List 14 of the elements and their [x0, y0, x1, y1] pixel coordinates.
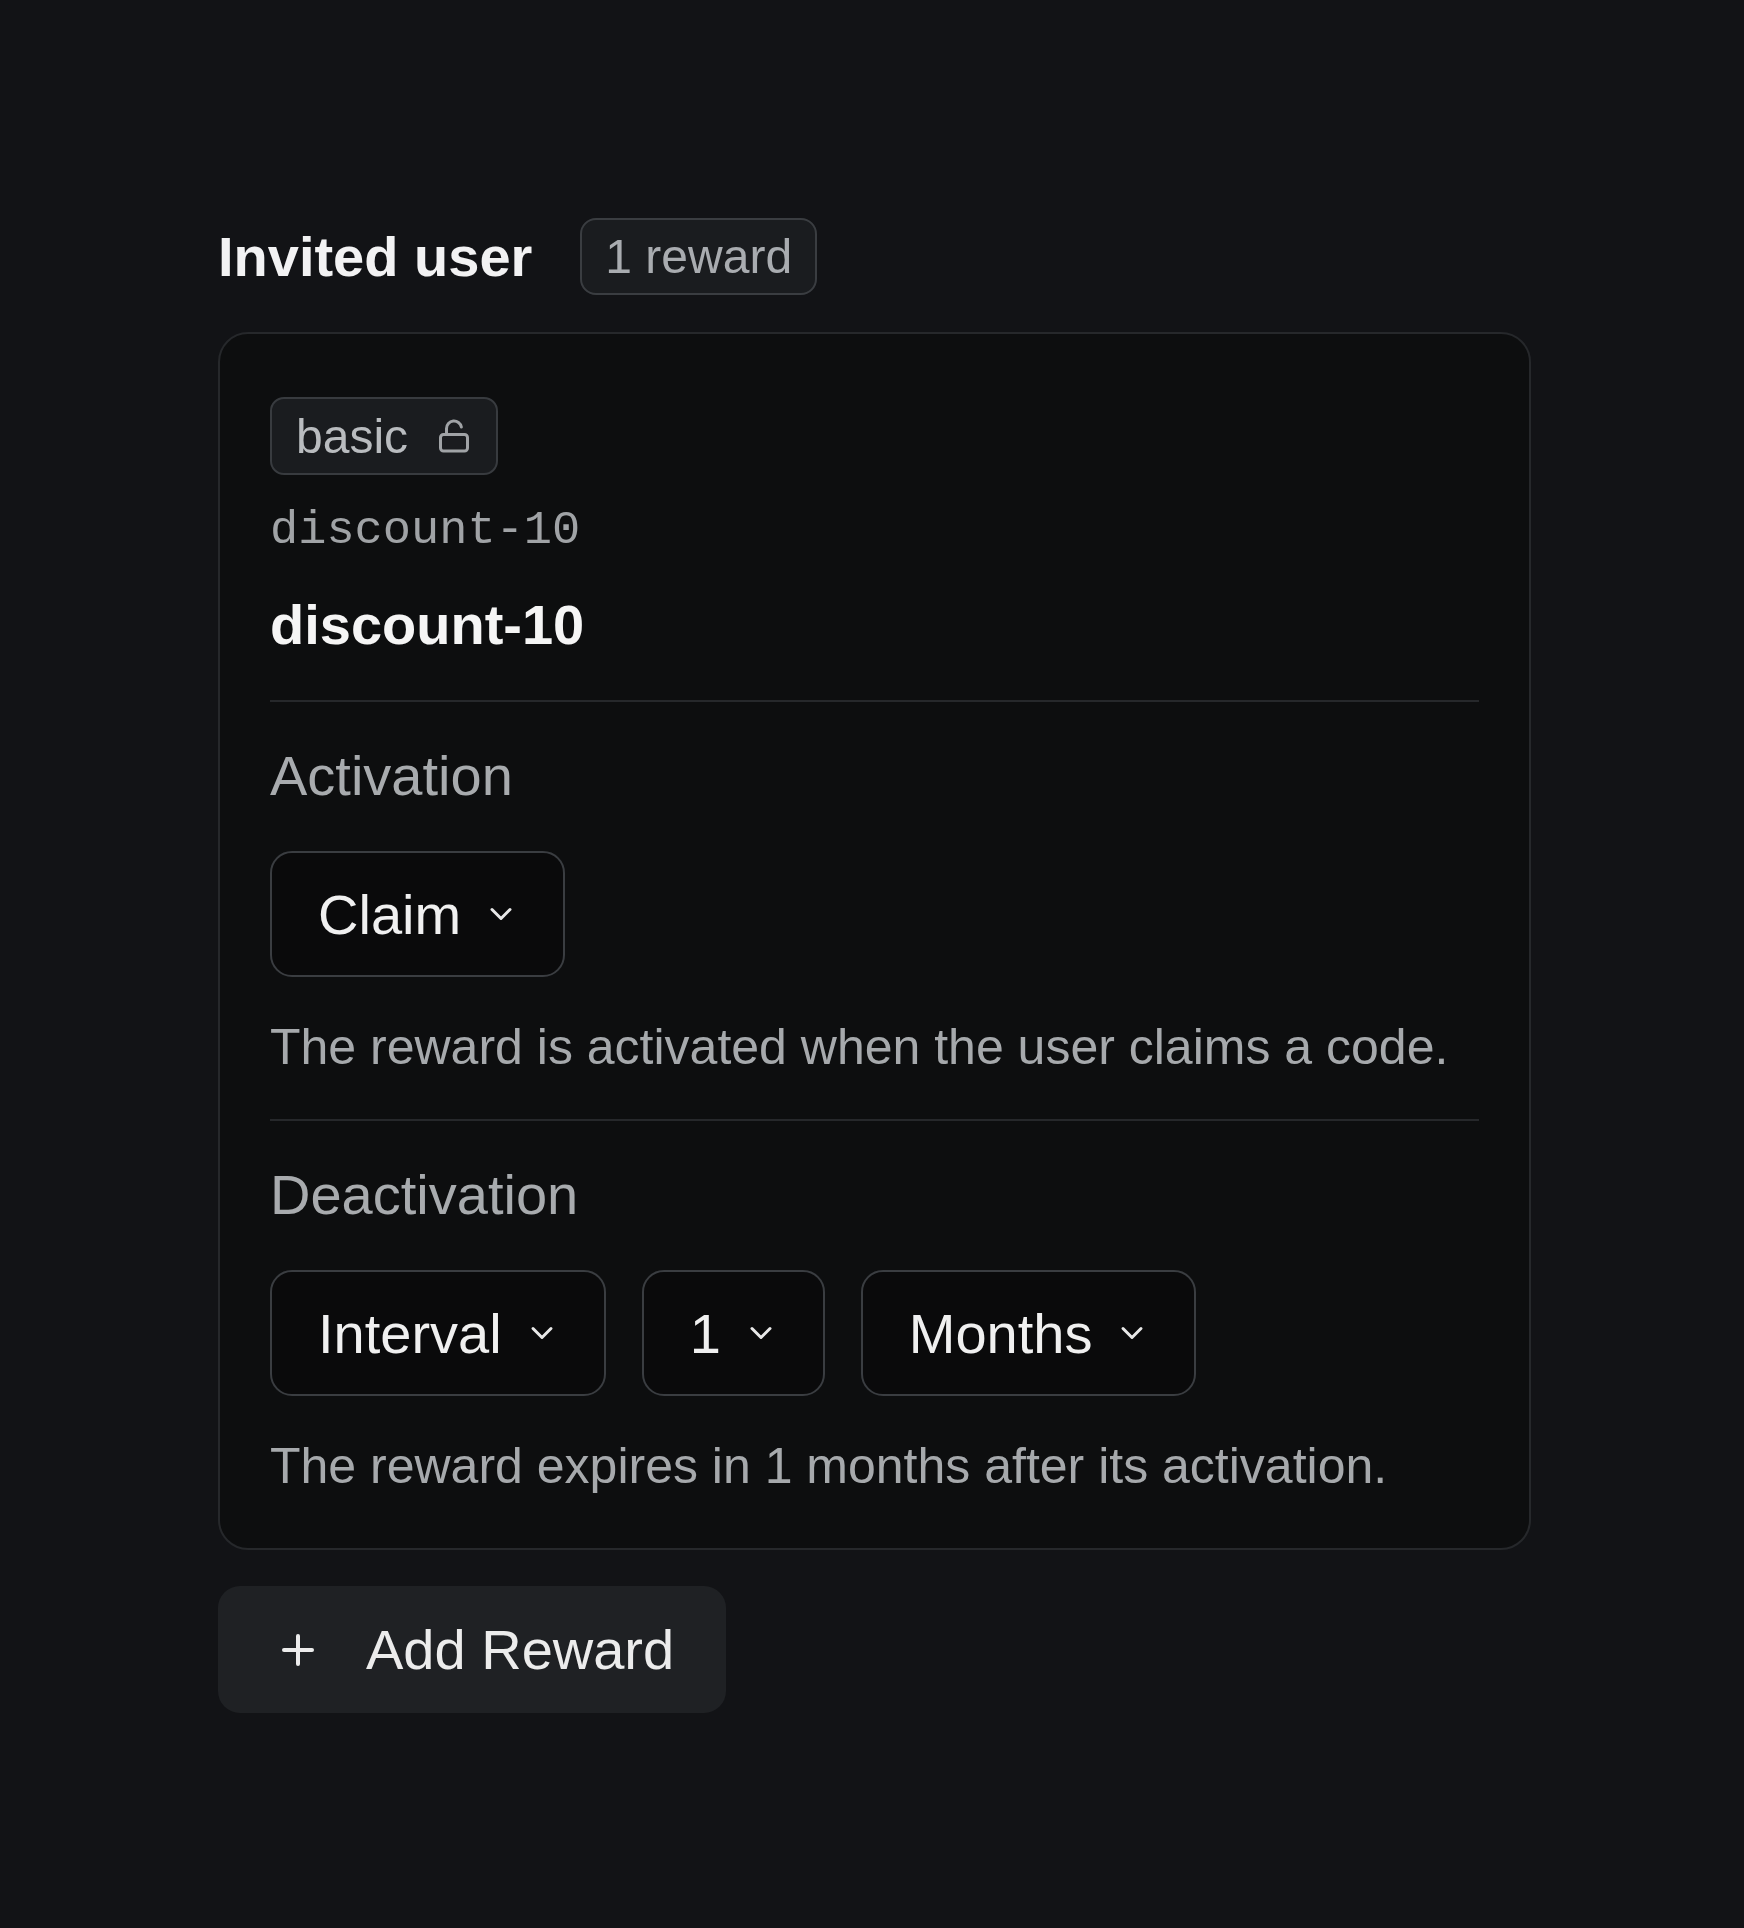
reward-code: discount-10 [270, 503, 581, 559]
tier-label: basic [296, 408, 409, 464]
setting-description: The reward expires in 1 months after its activation. [270, 1437, 1388, 1496]
reward-count-badge: 1 reward [580, 218, 818, 295]
dropdown-select[interactable]: Claim [270, 851, 566, 977]
section-title: Invited user [218, 223, 533, 290]
add-reward-button[interactable]: Add Reward [218, 1586, 727, 1713]
dropdown-select[interactable]: Months [860, 1270, 1197, 1396]
dropdown-select[interactable]: Interval [270, 1270, 606, 1396]
setting-label: Activation [270, 743, 513, 809]
reward-name: discount-10 [270, 592, 585, 658]
dropdown-select[interactable]: 1 [641, 1270, 825, 1396]
setting-label: Deactivation [270, 1162, 579, 1228]
setting-description: The reward is activated when the user claims a code. [270, 1018, 1449, 1077]
